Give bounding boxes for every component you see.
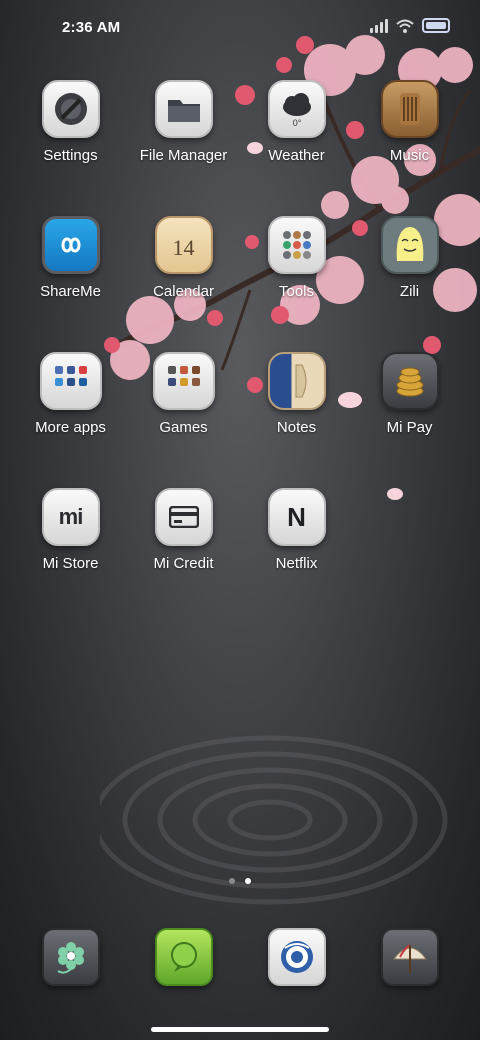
netflix-icon: N	[267, 488, 326, 546]
coins-icon	[380, 352, 439, 410]
mi-store-icon: mi	[41, 488, 100, 546]
harp-music-icon	[380, 80, 439, 138]
app-mi-store[interactable]: mi Mi Store	[14, 488, 127, 572]
gesture-home-bar[interactable]	[151, 1027, 329, 1032]
app-zili[interactable]: Zili	[353, 216, 466, 300]
credit-card-icon	[154, 488, 213, 546]
calendar-icon: 14	[154, 216, 213, 274]
app-mi-credit[interactable]: Mi Credit	[127, 488, 240, 572]
shareme-infinity-icon	[41, 216, 100, 274]
more-apps-folder-icon	[39, 352, 102, 410]
dock	[0, 928, 480, 988]
app-tools-folder[interactable]: Tools	[240, 216, 353, 300]
umbrella-icon	[380, 928, 439, 986]
svg-text:0°: 0°	[292, 118, 301, 128]
app-calendar[interactable]: 14 Calendar	[127, 216, 240, 300]
wifi-icon	[396, 19, 414, 33]
app-music[interactable]: Music	[353, 80, 466, 164]
notes-book-icon	[267, 352, 326, 410]
page-dot-1[interactable]	[229, 878, 235, 884]
signal-icon	[370, 18, 388, 33]
games-folder-icon	[152, 352, 215, 410]
app-settings[interactable]: Settings	[14, 80, 127, 164]
app-more-apps-folder[interactable]: More apps	[14, 352, 127, 436]
settings-icon	[41, 80, 100, 138]
battery-icon	[422, 18, 450, 33]
message-bubble-icon	[154, 928, 213, 986]
dock-app-2[interactable]	[127, 928, 240, 986]
app-mi-pay[interactable]: Mi Pay	[353, 352, 466, 436]
dock-app-1[interactable]	[14, 928, 127, 986]
app-shareme[interactable]: ShareMe	[14, 216, 127, 300]
page-dot-2-active[interactable]	[245, 878, 251, 884]
app-games-folder[interactable]: Games	[127, 352, 240, 436]
app-file-manager[interactable]: File Manager	[127, 80, 240, 164]
app-notes[interactable]: Notes	[240, 352, 353, 436]
app-netflix[interactable]: N Netflix	[240, 488, 353, 572]
page-indicator[interactable]	[0, 878, 480, 884]
weather-cloud-icon: 0°	[267, 80, 326, 138]
folder-icon	[154, 80, 213, 138]
dock-app-3[interactable]	[240, 928, 353, 986]
status-bar: 2:36 AM	[0, 0, 480, 56]
status-icons	[370, 18, 450, 33]
browser-icon	[267, 928, 326, 986]
dock-app-4[interactable]	[353, 928, 466, 986]
app-weather[interactable]: 0° Weather	[240, 80, 353, 164]
status-time: 2:36 AM	[62, 19, 121, 36]
wallpaper-ripple	[100, 735, 448, 905]
tools-folder-icon	[267, 216, 326, 274]
flower-icon	[41, 928, 100, 986]
zili-face-icon	[380, 216, 439, 274]
